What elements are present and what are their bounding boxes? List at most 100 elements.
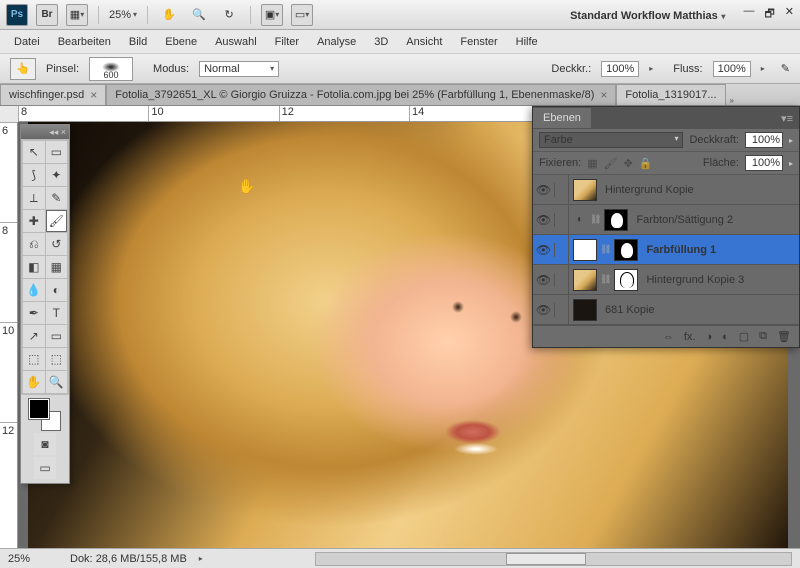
path-tool[interactable]: ↗ [23,325,45,347]
arrange-icon[interactable]: ▣▾ [261,4,283,26]
pen-tool[interactable]: ✒ [23,302,45,324]
flow-input[interactable]: 100% [713,61,751,77]
ps-icon[interactable]: Ps [6,4,28,26]
close-icon[interactable]: ✕ [785,5,794,24]
3d-cam-tool[interactable]: ⬚ [46,348,68,370]
menu-ansicht[interactable]: Ansicht [406,36,442,48]
opacity-input[interactable]: 100% [601,61,639,77]
trash-icon[interactable]: 🗑 [777,330,791,343]
layer-row[interactable]: 👁 ⛓ Hintergrund Kopie 3 [533,265,799,295]
h-scrollbar[interactable] [315,552,792,566]
brush-tool[interactable]: 🖌 [46,210,68,232]
blend-mode-dropdown[interactable]: Normal▾ [199,61,279,77]
mask-icon[interactable]: ◑ [705,331,712,343]
smudge-tool-icon[interactable]: 👆 [10,58,36,80]
marquee-tool[interactable]: ▭ [46,141,68,163]
layer-name[interactable]: 681 Kopie [601,304,655,316]
brush-preset-picker[interactable]: 600 [89,57,133,81]
doc-tab-1[interactable]: Fotolia_3792651_XL © Giorgio Gruizza - F… [106,84,616,105]
eyedropper-tool[interactable]: ✎ [46,187,68,209]
menu-3d[interactable]: 3D [374,36,388,48]
fx-icon[interactable]: fx. [684,331,696,343]
layer-row[interactable]: 👁 ◐⛓ Farbton/Sättigung 2 [533,205,799,235]
color-swatches[interactable] [29,399,61,431]
menu-bearbeiten[interactable]: Bearbeiten [58,36,111,48]
link-icon[interactable]: ⛓ [600,274,611,285]
layer-name[interactable]: Farbfüllung 1 [642,244,716,256]
wand-tool[interactable]: ✦ [46,164,68,186]
eraser-tool[interactable]: ◧ [23,256,45,278]
menu-analyse[interactable]: Analyse [317,36,356,48]
screenmode-toggle[interactable]: ▭ [34,457,56,479]
quickmask-toggle[interactable]: ◙ [34,433,56,455]
lock-all-icon[interactable]: 🔒 [639,157,653,170]
zoom-tool[interactable]: 🔍 [46,371,68,393]
close-icon[interactable]: × [90,88,97,102]
shape-tool[interactable]: ▭ [46,325,68,347]
layer-row[interactable]: 👁 681 Kopie [533,295,799,325]
layers-tab[interactable]: Ebenen [533,108,591,128]
link-layers-icon[interactable]: ⇔ [663,331,674,343]
mask-thumb[interactable] [614,269,638,291]
visibility-toggle[interactable]: 👁 [533,273,555,287]
layer-thumb[interactable] [573,269,597,291]
heal-tool[interactable]: ✚ [23,210,45,232]
layer-opacity-input[interactable]: 100% [745,132,783,148]
br-icon[interactable]: Br [36,4,58,26]
workspace-switcher[interactable]: Standard Workflow Matthias ▾ [570,7,725,22]
layer-thumb[interactable] [573,179,597,201]
flow-arrow-icon[interactable]: ▸ [761,64,765,73]
opacity-arrow-icon[interactable]: ▸ [649,64,653,73]
grid-icon[interactable]: ▦▾ [66,4,88,26]
history-brush-tool[interactable]: ↺ [46,233,68,255]
visibility-toggle[interactable]: 👁 [533,303,555,317]
toolbox-header[interactable]: ◂◂ × [21,125,69,139]
link-icon[interactable]: ⛓ [590,214,601,225]
airbrush-icon[interactable]: ✎ [781,62,790,75]
rotate-icon[interactable]: ↻ [218,4,240,26]
layer-thumb[interactable] [573,299,597,321]
layer-row[interactable]: 👁 ⛓ Farbfüllung 1 [533,235,799,265]
hand-icon[interactable]: ✋ [158,4,180,26]
layer-name[interactable]: Farbton/Sättigung 2 [632,214,733,226]
visibility-toggle[interactable]: 👁 [533,183,555,197]
layer-name[interactable]: Hintergrund Kopie 3 [642,274,744,286]
type-tool[interactable]: T [46,302,68,324]
menu-auswahl[interactable]: Auswahl [215,36,257,48]
blur-tool[interactable]: 💧 [23,279,45,301]
move-tool[interactable]: ↖ [23,141,45,163]
lock-position-icon[interactable]: ✥ [624,157,633,170]
layer-thumb[interactable] [573,239,597,261]
zoom-dropdown[interactable]: 25% ▾ [109,9,137,21]
gradient-tool[interactable]: ▦ [46,256,68,278]
menu-hilfe[interactable]: Hilfe [516,36,538,48]
group-icon[interactable]: ▢ [739,330,749,343]
layer-row[interactable]: 👁 Hintergrund Kopie [533,175,799,205]
restore-icon[interactable]: 🗗 [764,5,774,24]
menu-filter[interactable]: Filter [275,36,299,48]
dodge-tool[interactable]: ◐ [46,279,68,301]
visibility-toggle[interactable]: 👁 [533,213,555,227]
layer-blend-dropdown[interactable]: Farbe▾ [539,132,683,148]
link-icon[interactable]: ⛓ [600,244,611,255]
adjustment-icon[interactable]: ◐ [722,331,729,343]
new-layer-icon[interactable]: ⧉ [759,330,767,343]
doc-tab-0[interactable]: wischfinger.psd× [0,84,106,105]
menu-bild[interactable]: Bild [129,36,147,48]
visibility-toggle[interactable]: 👁 [533,243,555,257]
screen-icon[interactable]: ▭▾ [291,4,313,26]
zoom-field[interactable]: 25% [8,553,58,565]
minimize-icon[interactable]: — [743,5,754,24]
lock-transparency-icon[interactable]: ▦ [587,157,597,170]
menu-ebene[interactable]: Ebene [165,36,197,48]
lock-pixels-icon[interactable]: 🖌 [604,157,618,170]
lasso-tool[interactable]: ⟆ [23,164,45,186]
mask-thumb[interactable] [614,239,638,261]
crop-tool[interactable]: ⟂ [23,187,45,209]
panel-menu-icon[interactable]: ▾≡ [775,112,799,125]
tabs-overflow-icon[interactable]: » [730,96,734,105]
mask-thumb[interactable] [604,209,628,231]
stamp-tool[interactable]: ⎌ [23,233,45,255]
close-icon[interactable]: × [600,88,607,102]
doc-tab-2[interactable]: Fotolia_1319017... [616,84,725,105]
